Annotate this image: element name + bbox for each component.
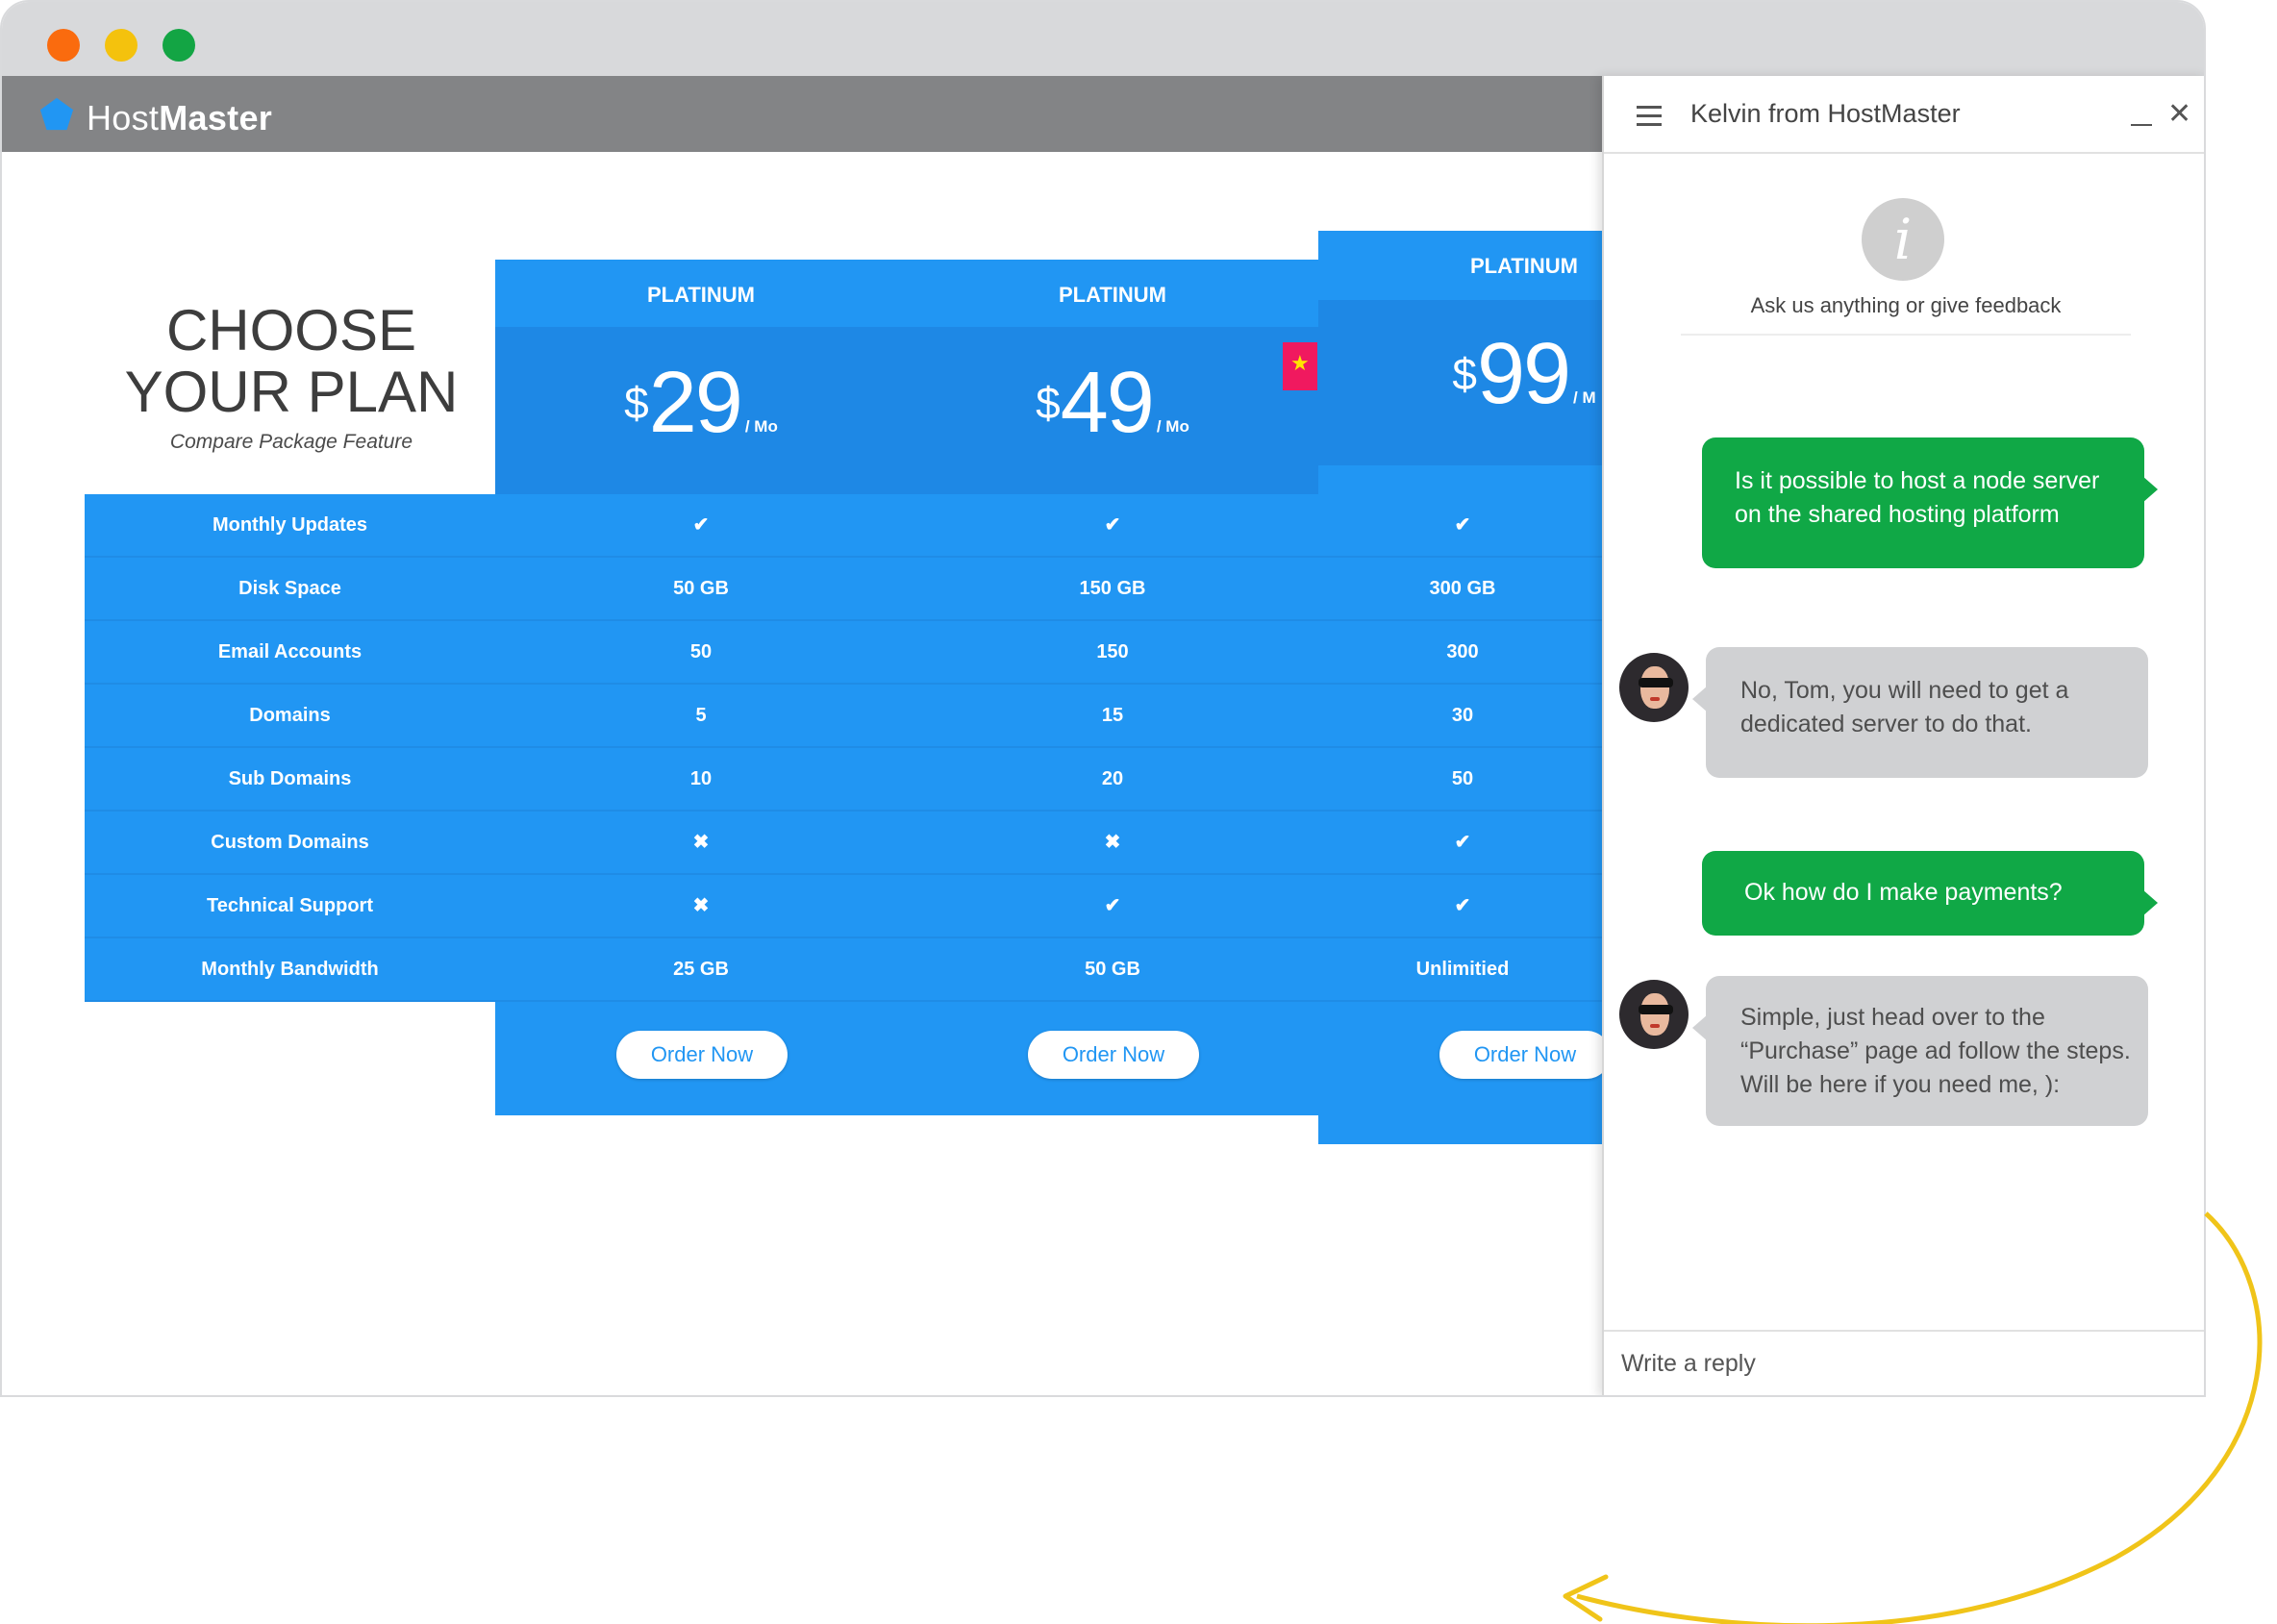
curved-arrow-icon: [1563, 1212, 2263, 1624]
